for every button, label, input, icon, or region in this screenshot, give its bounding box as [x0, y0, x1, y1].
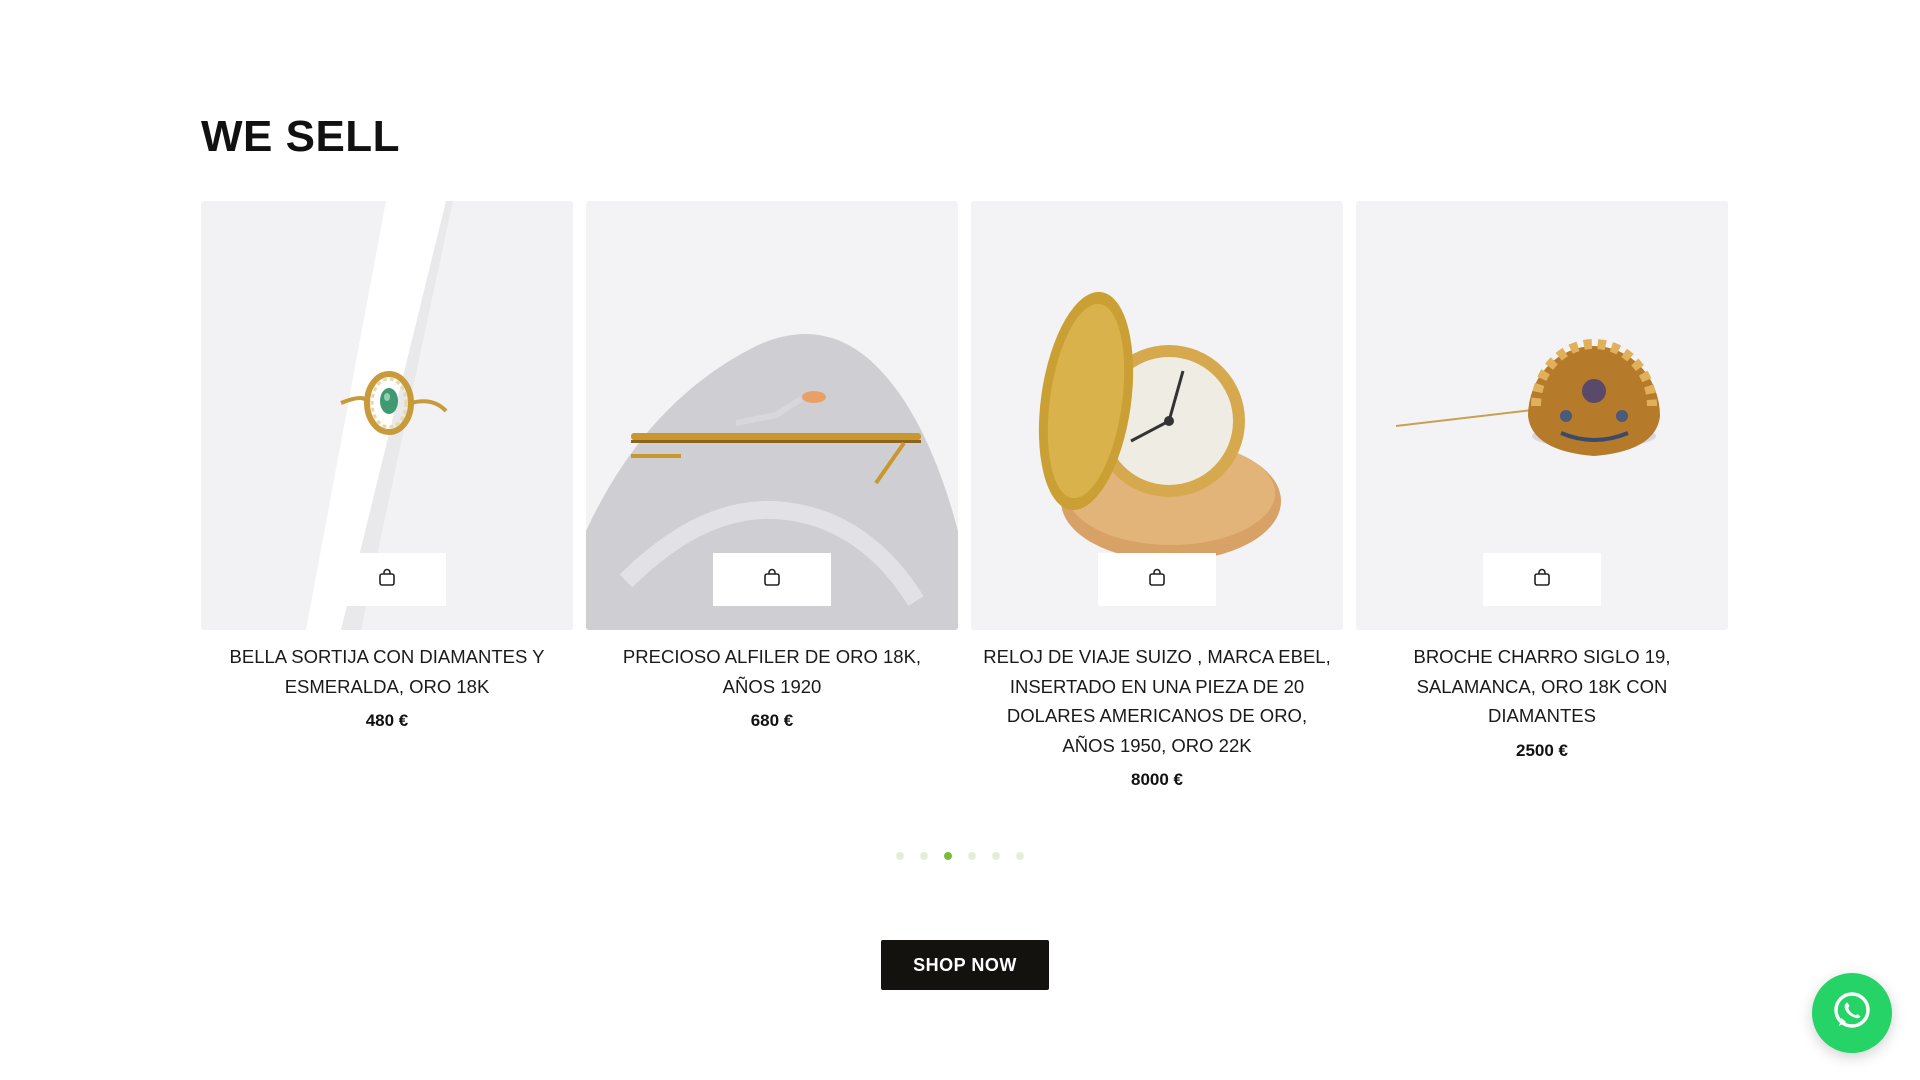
- product-title[interactable]: PRECIOSO ALFILER DE ORO 18K, AÑOS 1920: [596, 642, 948, 701]
- add-to-cart-button[interactable]: [713, 553, 831, 606]
- add-to-cart-button[interactable]: [328, 553, 446, 606]
- product-price: 480 €: [365, 711, 409, 730]
- shop-now-button[interactable]: SHOP NOW: [881, 940, 1049, 990]
- shopping-bag-icon: [762, 568, 782, 591]
- product-card[interactable]: RELOJ DE VIAJE SUIZO , MARCA EBEL, INSER…: [971, 201, 1343, 790]
- product-image[interactable]: [201, 201, 573, 630]
- product-price: 680 €: [750, 711, 794, 730]
- carousel-dot[interactable]: [896, 852, 904, 860]
- carousel-dot-active[interactable]: [944, 852, 952, 860]
- product-price: 8000 €: [1131, 770, 1183, 789]
- product-price: 2500 €: [1516, 740, 1568, 760]
- add-to-cart-button[interactable]: [1098, 553, 1216, 606]
- carousel-pagination: [0, 852, 1920, 860]
- product-card[interactable]: BROCHE CHARRO SIGLO 19, SALAMANCA, ORO 1…: [1356, 201, 1728, 790]
- whatsapp-chat-button[interactable]: [1812, 973, 1892, 1053]
- product-title[interactable]: BROCHE CHARRO SIGLO 19, SALAMANCA, ORO 1…: [1366, 642, 1718, 731]
- product-card[interactable]: PRECIOSO ALFILER DE ORO 18K, AÑOS 1920 6…: [586, 201, 958, 790]
- carousel-dot[interactable]: [992, 852, 1000, 860]
- product-image[interactable]: [971, 201, 1343, 630]
- carousel-dot[interactable]: [968, 852, 976, 860]
- add-to-cart-button[interactable]: [1483, 553, 1601, 606]
- shopping-bag-icon: [1147, 568, 1167, 591]
- shopping-bag-icon: [1532, 568, 1552, 591]
- product-card[interactable]: BELLA SORTIJA CON DIAMANTES Y ESMERALDA,…: [201, 201, 573, 790]
- page: WE SELL BELLA SORTIJA CON DIAMANTES Y ES…: [0, 0, 1920, 1080]
- product-image[interactable]: [1356, 201, 1728, 630]
- product-image[interactable]: [586, 201, 958, 630]
- section-title: WE SELL: [201, 112, 401, 161]
- product-carousel: BELLA SORTIJA CON DIAMANTES Y ESMERALDA,…: [201, 201, 1731, 790]
- whatsapp-icon: [1829, 988, 1875, 1039]
- product-title[interactable]: RELOJ DE VIAJE SUIZO , MARCA EBEL, INSER…: [981, 642, 1333, 760]
- carousel-dot[interactable]: [1016, 852, 1024, 860]
- product-title[interactable]: BELLA SORTIJA CON DIAMANTES Y ESMERALDA,…: [211, 642, 563, 701]
- shopping-bag-icon: [377, 568, 397, 591]
- carousel-dot[interactable]: [920, 852, 928, 860]
